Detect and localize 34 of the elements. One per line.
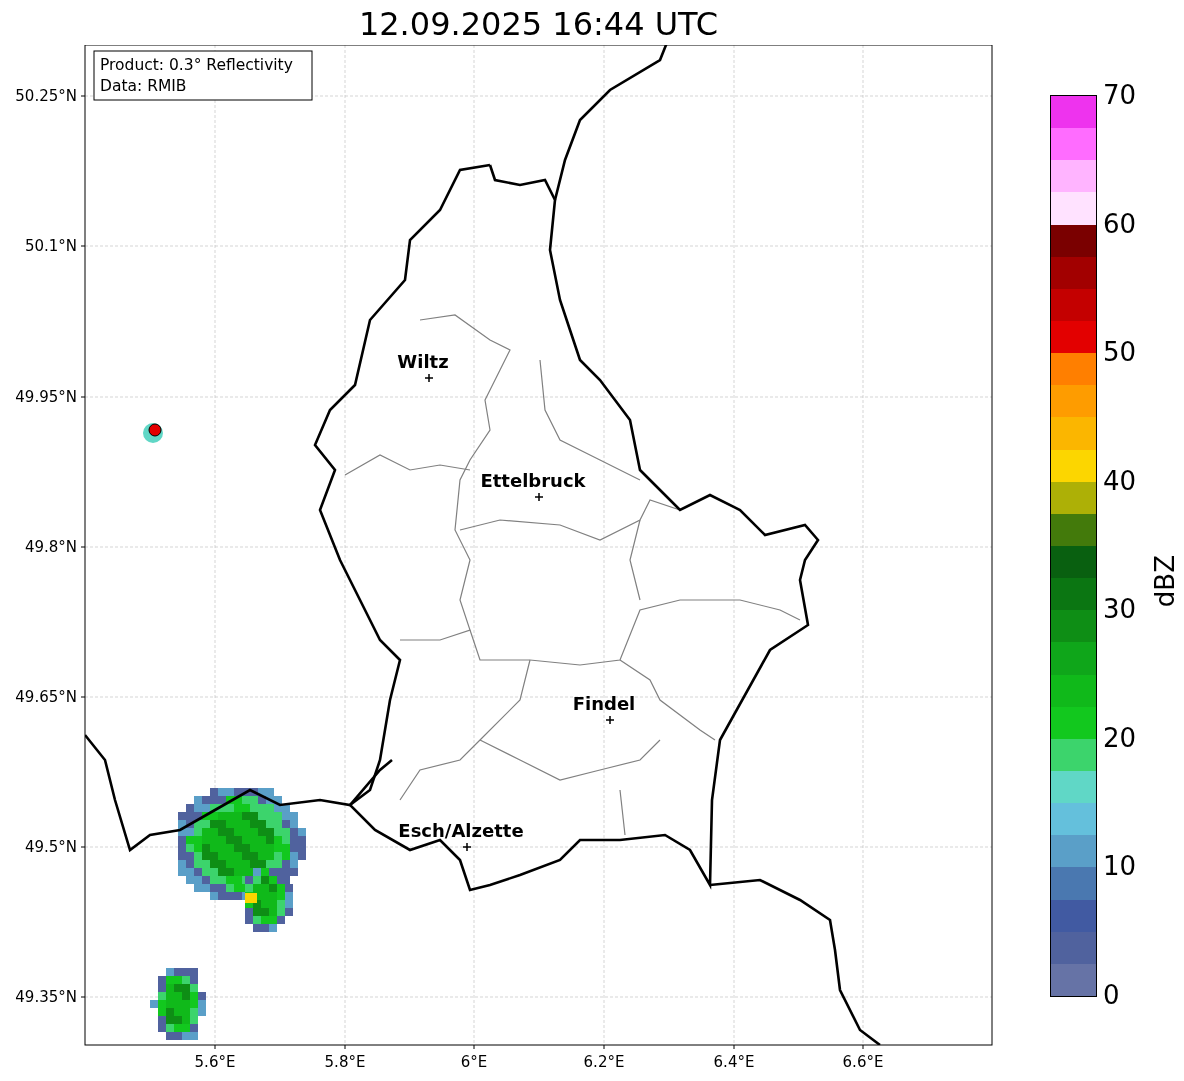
longitude-label: 6.6°E bbox=[842, 1053, 884, 1071]
radar-site-icon bbox=[143, 423, 163, 443]
city-marker-icon bbox=[424, 373, 434, 383]
city-label: Esch/Alzette bbox=[398, 820, 524, 841]
colorbar-tick-label: 0 bbox=[1103, 980, 1121, 1009]
colorbar-tick-label: 70 bbox=[1103, 81, 1137, 109]
longitude-label: 5.6°E bbox=[194, 1053, 236, 1071]
latitude-label: 49.65°N bbox=[15, 688, 77, 706]
city-label: Wiltz bbox=[397, 351, 449, 372]
latitude-label: 50.25°N bbox=[15, 87, 77, 105]
colorbar-tick-label: 30 bbox=[1103, 595, 1137, 624]
colorbar-tick-label: 40 bbox=[1103, 466, 1137, 495]
colorbar-label: dBZ bbox=[1150, 554, 1181, 608]
latitude-label: 49.95°N bbox=[15, 388, 77, 406]
latitude-label: 50.1°N bbox=[24, 237, 77, 255]
longitude-label: 5.8°E bbox=[324, 1053, 366, 1071]
city-marker-icon bbox=[605, 715, 615, 725]
longitude-label: 6°E bbox=[460, 1053, 488, 1071]
colorbar-tick-label: 20 bbox=[1103, 723, 1137, 752]
latitude-label: 49.35°N bbox=[15, 988, 77, 1006]
colorbar-tick-label: 10 bbox=[1103, 852, 1137, 881]
info-text: Product: 0.3° Reflectivity bbox=[100, 56, 293, 74]
city-label: Findel bbox=[572, 693, 636, 714]
city-label: Ettelbruck bbox=[480, 470, 586, 491]
city-marker-icon bbox=[462, 842, 472, 852]
colorbar-tick-label: 50 bbox=[1103, 338, 1137, 367]
chart-title: 12.09.2025 16:44 UTC bbox=[357, 4, 720, 45]
city-marker-icon bbox=[534, 492, 544, 502]
latitude-label: 49.8°N bbox=[24, 538, 77, 556]
colorbar-tick-label: 60 bbox=[1103, 209, 1137, 238]
info-text: Data: RMIB bbox=[100, 77, 187, 95]
latitude-label: 49.5°N bbox=[24, 838, 77, 856]
longitude-label: 6.4°E bbox=[713, 1053, 755, 1071]
longitude-label: 6.2°E bbox=[583, 1053, 625, 1071]
